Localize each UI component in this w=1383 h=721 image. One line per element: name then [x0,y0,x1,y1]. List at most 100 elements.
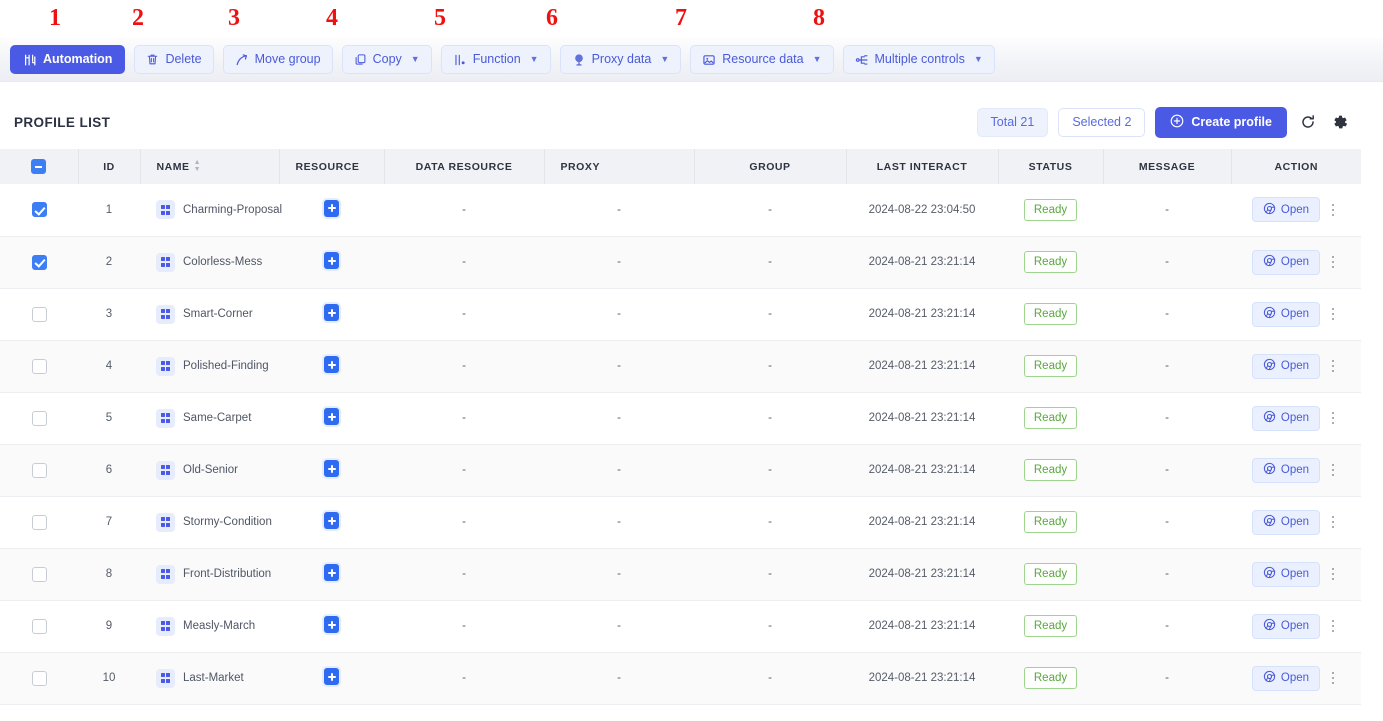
refresh-icon[interactable] [1297,111,1319,133]
open-button[interactable]: Open [1252,354,1320,379]
row-action-cell: Open [1231,548,1361,600]
toolbar-button-automation[interactable]: Automation [10,45,125,74]
row-checkbox[interactable] [32,359,47,374]
resource-plus-icon[interactable] [324,564,339,581]
row-checkbox[interactable] [32,411,47,426]
toolbar-button-delete[interactable]: Delete [134,45,213,74]
row-checkbox[interactable] [32,202,47,217]
select-all-checkbox[interactable] [31,159,46,174]
row-status-cell: Ready [998,444,1103,496]
row-proxy-cell: - [544,444,694,496]
copy-icon [354,53,367,66]
table-row[interactable]: 5 Same-Carpet - - - 2024-08-21 23:21:14 … [0,392,1361,444]
resource-plus-icon[interactable] [324,512,339,529]
table-row[interactable]: 2 Colorless-Mess - - - 2024-08-21 23:21:… [0,236,1361,288]
resource-plus-icon[interactable] [324,356,339,373]
row-proxy-cell: - [544,548,694,600]
selected-count-badge[interactable]: Selected 2 [1058,108,1145,137]
th-status[interactable]: STATUS [998,149,1103,184]
row-status-cell: Ready [998,652,1103,704]
apps-grid-icon [156,357,175,376]
row-more-menu-icon[interactable] [1326,568,1340,581]
trash-icon [146,53,159,66]
row-checkbox[interactable] [32,619,47,634]
row-more-menu-icon[interactable] [1326,620,1340,633]
th-resource-label: RESOURCE [296,161,360,173]
open-button[interactable]: Open [1252,458,1320,483]
row-more-menu-icon[interactable] [1326,412,1340,425]
open-button[interactable]: Open [1252,666,1320,691]
open-button[interactable]: Open [1252,562,1320,587]
row-checkbox[interactable] [32,463,47,478]
row-more-menu-icon[interactable] [1326,204,1340,217]
resource-plus-icon[interactable] [324,408,339,425]
table-row[interactable]: 7 Stormy-Condition - - - 2024-08-21 23:2… [0,496,1361,548]
row-checkbox[interactable] [32,567,47,582]
row-data-resource-cell: - [384,496,544,548]
resource-plus-icon[interactable] [324,200,339,217]
row-name-label: Front-Distribution [183,568,271,580]
row-status-cell: Ready [998,288,1103,340]
row-proxy-cell: - [544,184,694,236]
row-more-menu-icon[interactable] [1326,360,1340,373]
toolbar-button-function[interactable]: Function▼ [441,45,551,74]
open-button[interactable]: Open [1252,250,1320,275]
table-row[interactable]: 6 Old-Senior - - - 2024-08-21 23:21:14 R… [0,444,1361,496]
row-name-label: Same-Carpet [183,412,251,424]
toolbar-button-resource-data[interactable]: Resource data▼ [690,45,833,74]
table-row[interactable]: 1 Charming-Proposal - - - 2024-08-22 23:… [0,184,1361,236]
row-action-cell: Open [1231,184,1361,236]
gear-icon[interactable] [1329,111,1351,133]
row-more-menu-icon[interactable] [1326,672,1340,685]
open-button-label: Open [1281,516,1309,528]
resource-plus-icon[interactable] [324,616,339,633]
resource-plus-icon[interactable] [324,668,339,685]
table-row[interactable]: 8 Front-Distribution - - - 2024-08-21 23… [0,548,1361,600]
table-row[interactable]: 3 Smart-Corner - - - 2024-08-21 23:21:14… [0,288,1361,340]
row-status-cell: Ready [998,548,1103,600]
table-row[interactable]: 4 Polished-Finding - - - 2024-08-21 23:2… [0,340,1361,392]
table-row[interactable]: 9 Measly-March - - - 2024-08-21 23:21:14… [0,600,1361,652]
th-name[interactable]: NAME ▲▼ [140,149,279,184]
th-group[interactable]: GROUP [694,149,846,184]
open-button[interactable]: Open [1252,406,1320,431]
toolbar-button-multiple-controls[interactable]: Multiple controls▼ [843,45,995,74]
resource-plus-icon[interactable] [324,460,339,477]
table-row[interactable]: 10 Last-Market - - - 2024-08-21 23:21:14… [0,652,1361,704]
image-card-icon [702,53,716,67]
create-profile-button[interactable]: Create profile [1155,107,1287,138]
th-last-interact[interactable]: LAST INTERACT [846,149,998,184]
row-more-menu-icon[interactable] [1326,308,1340,321]
row-checkbox[interactable] [32,515,47,530]
annotation-number-6: 6 [546,6,558,30]
resource-plus-icon[interactable] [324,304,339,321]
open-button-label: Open [1281,360,1309,372]
toolbar-button-move-group[interactable]: Move group [223,45,333,74]
total-count-badge[interactable]: Total 21 [977,108,1049,137]
row-more-menu-icon[interactable] [1326,464,1340,477]
th-message[interactable]: MESSAGE [1103,149,1231,184]
open-button[interactable]: Open [1252,614,1320,639]
th-proxy[interactable]: PROXY [544,149,694,184]
row-message-cell: - [1103,652,1231,704]
row-more-menu-icon[interactable] [1326,516,1340,529]
row-name-cell: Charming-Proposal [140,184,279,236]
row-checkbox[interactable] [32,671,47,686]
row-group-cell: - [694,288,846,340]
resource-plus-icon[interactable] [324,252,339,269]
open-button[interactable]: Open [1252,197,1320,222]
row-more-menu-icon[interactable] [1326,256,1340,269]
toolbar-button-copy[interactable]: Copy▼ [342,45,432,74]
status-badge: Ready [1024,511,1077,533]
th-resource[interactable]: RESOURCE [279,149,384,184]
page-title: PROFILE LIST [14,115,110,130]
open-button[interactable]: Open [1252,510,1320,535]
row-checkbox[interactable] [32,307,47,322]
toolbar-button-proxy-data[interactable]: Proxy data▼ [560,45,682,74]
chrome-icon [1263,410,1276,426]
sort-arrows-icon[interactable]: ▲▼ [194,160,201,173]
th-data-resource[interactable]: DATA RESOURCE [384,149,544,184]
row-checkbox[interactable] [32,255,47,270]
open-button[interactable]: Open [1252,302,1320,327]
th-id[interactable]: ID [78,149,140,184]
